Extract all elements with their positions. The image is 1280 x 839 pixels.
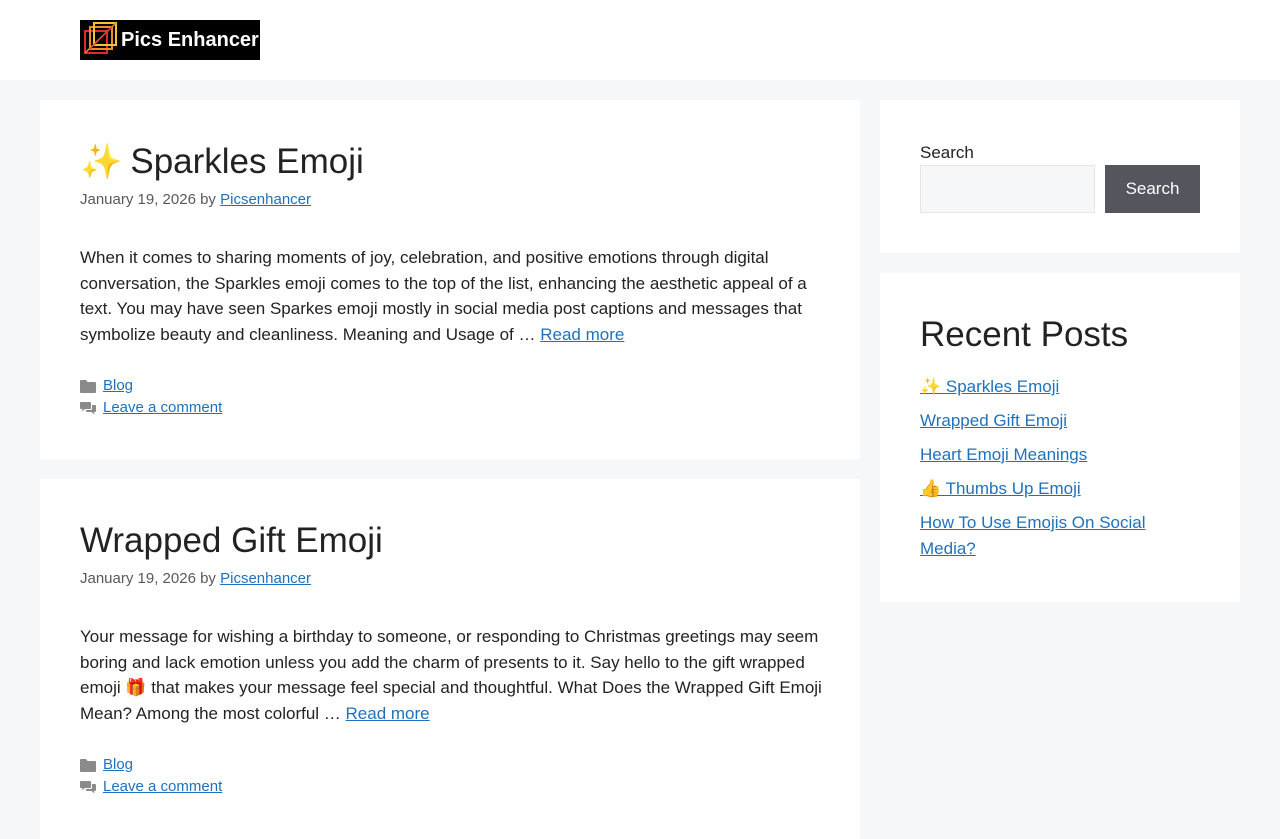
search-button[interactable]: Search xyxy=(1105,165,1200,213)
comments-icon xyxy=(80,780,96,793)
site-logo[interactable]: Pics Enhancer xyxy=(80,20,260,60)
post-date: January 19, 2026 xyxy=(80,570,196,587)
recent-posts-title: Recent Posts xyxy=(920,315,1129,354)
recent-post-link[interactable]: Wrapped Gift Emoji xyxy=(920,411,1067,430)
post-card: ✨ Sparkles Emoji January 19, 2026 by Pics… xyxy=(40,100,860,459)
excerpt-text: Your message for wishing a birthday to s… xyxy=(80,627,822,723)
site-header: Pics Enhancer xyxy=(0,0,1280,80)
folder-icon xyxy=(80,379,96,393)
post-excerpt: Your message for wishing a birthday to s… xyxy=(80,624,825,726)
recent-post-link[interactable]: How To Use Emojis On Social Media? xyxy=(920,513,1146,558)
author-link[interactable]: Picsenhancer xyxy=(220,570,311,587)
post-card: Wrapped Gift Emoji January 19, 2026 by P… xyxy=(40,479,860,839)
recent-posts-widget: Recent Posts ✨ Sparkles Emoji Wrapped Gi… xyxy=(880,273,1240,602)
author-link[interactable]: Picsenhancer xyxy=(220,191,311,208)
site-name: Pics Enhancer xyxy=(121,28,259,51)
recent-post-link[interactable]: Heart Emoji Meanings xyxy=(920,445,1087,464)
read-more-link[interactable]: Read more xyxy=(346,704,430,723)
sparkles-emoji: ✨ xyxy=(80,143,123,181)
post-excerpt: When it comes to sharing moments of joy,… xyxy=(80,245,825,347)
category-link[interactable]: Blog xyxy=(103,756,133,773)
by-label: by xyxy=(200,191,216,208)
post-meta: January 19, 2026 by Picsenhancer xyxy=(80,191,311,208)
search-label: Search xyxy=(920,143,974,162)
category-link[interactable]: Blog xyxy=(103,377,133,394)
folder-icon xyxy=(80,758,96,772)
post-title[interactable]: ✨ Sparkles Emoji xyxy=(80,140,364,184)
list-item: Heart Emoji Meanings xyxy=(920,442,1200,468)
list-item: Wrapped Gift Emoji xyxy=(920,408,1200,434)
by-label: by xyxy=(200,570,216,587)
leave-comment-link[interactable]: Leave a comment xyxy=(103,399,222,416)
list-item: 👍 Thumbs Up Emoji xyxy=(920,476,1200,502)
post-comments: Leave a comment xyxy=(80,399,222,416)
post-title[interactable]: Wrapped Gift Emoji xyxy=(80,519,383,563)
post-title-text: Wrapped Gift Emoji xyxy=(80,521,383,560)
search-input[interactable] xyxy=(920,165,1095,213)
recent-posts-list: ✨ Sparkles Emoji Wrapped Gift Emoji Hear… xyxy=(920,374,1200,570)
read-more-link[interactable]: Read more xyxy=(540,325,624,344)
recent-post-link[interactable]: 👍 Thumbs Up Emoji xyxy=(920,479,1081,498)
post-categories: Blog xyxy=(80,756,133,773)
comments-icon xyxy=(80,401,96,414)
recent-post-link[interactable]: ✨ Sparkles Emoji xyxy=(920,377,1059,396)
post-comments: Leave a comment xyxy=(80,778,222,795)
leave-comment-link[interactable]: Leave a comment xyxy=(103,778,222,795)
post-date: January 19, 2026 xyxy=(80,191,196,208)
post-title-text: Sparkles Emoji xyxy=(130,142,364,181)
excerpt-text: When it comes to sharing moments of joy,… xyxy=(80,248,807,344)
list-item: ✨ Sparkles Emoji xyxy=(920,374,1200,400)
post-categories: Blog xyxy=(80,377,133,394)
search-widget: Search Search xyxy=(880,100,1240,253)
logo-icon xyxy=(84,22,117,54)
list-item: How To Use Emojis On Social Media? xyxy=(920,510,1200,561)
post-meta: January 19, 2026 by Picsenhancer xyxy=(80,570,311,587)
